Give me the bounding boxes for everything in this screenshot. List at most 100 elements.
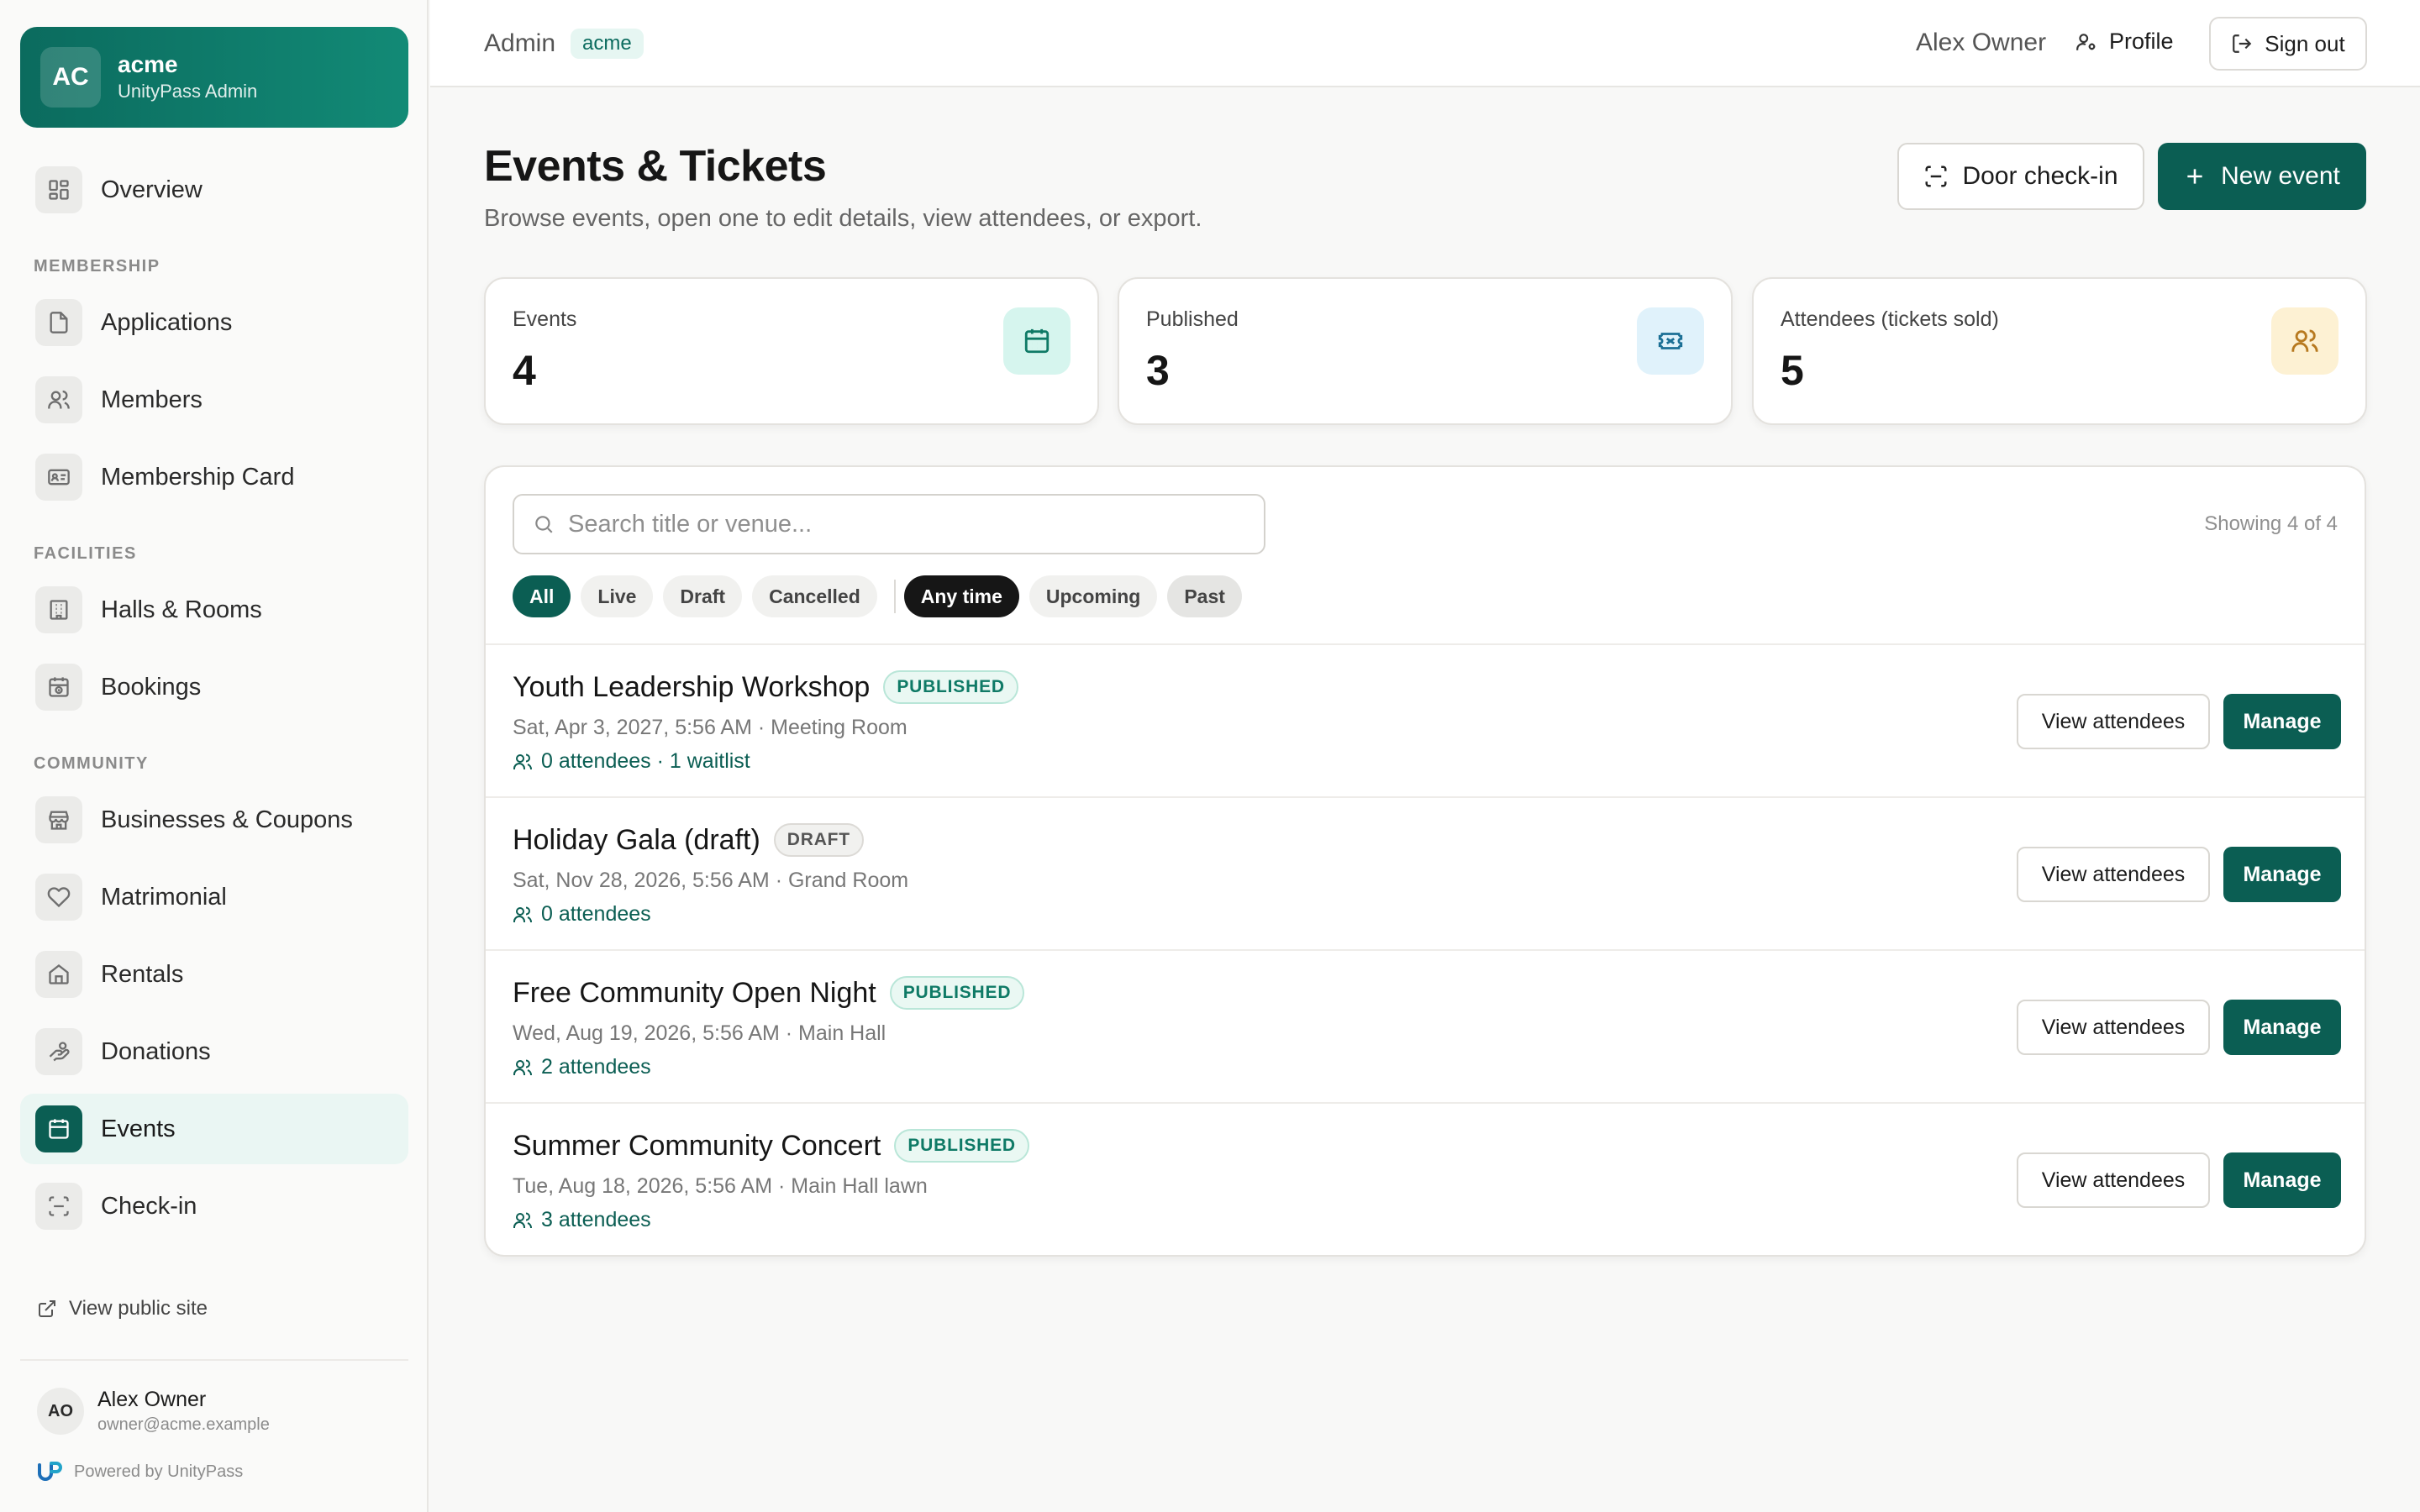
event-attendees[interactable]: 0 attendees · 1 waitlist xyxy=(513,749,750,774)
calendar-icon xyxy=(35,1105,82,1152)
nav-section-membership: MEMBERSHIP xyxy=(34,257,160,276)
event-meta: Wed, Aug 19, 2026, 5:56 AM · Main Hall xyxy=(513,1021,886,1045)
avatar: AO xyxy=(37,1388,84,1435)
sidebar-item-label: Events xyxy=(101,1115,176,1142)
filter-chip-draft[interactable]: Draft xyxy=(663,575,743,617)
breadcrumb: Admin acme xyxy=(484,29,644,59)
sidebar-item-overview[interactable]: Overview xyxy=(20,155,408,225)
filter-chips: All Live Draft Cancelled Any time Upcomi… xyxy=(513,575,1252,618)
sidebar-item-check-in[interactable]: Check-in xyxy=(20,1171,408,1242)
powered-by: Powered by UnityPass xyxy=(37,1460,243,1483)
nav-section-community: COMMUNITY xyxy=(34,754,149,773)
search-input[interactable] xyxy=(568,510,1257,538)
new-event-label: New event xyxy=(2221,162,2340,190)
org-switcher[interactable]: AC acme UnityPass Admin xyxy=(20,27,408,128)
stat-label: Published xyxy=(1146,307,1239,331)
profile-link[interactable]: Profile xyxy=(2075,29,2174,55)
event-row: Summer Community Concert PUBLISHED Tue, … xyxy=(486,1102,2365,1255)
scan-icon xyxy=(1923,164,1962,189)
calendar-icon xyxy=(1003,307,1071,375)
users-icon xyxy=(35,376,82,423)
filter-chip-past[interactable]: Past xyxy=(1167,575,1242,617)
attendees-label: 0 attendees xyxy=(541,902,651,926)
event-meta: Sat, Nov 28, 2026, 5:56 AM · Grand Room xyxy=(513,869,909,892)
sidebar-item-matrimonial[interactable]: Matrimonial xyxy=(20,862,408,932)
attendees-label: 0 attendees · 1 waitlist xyxy=(541,749,750,773)
view-attendees-button[interactable]: View attendees xyxy=(2017,694,2210,749)
sidebar-item-halls-rooms[interactable]: Halls & Rooms xyxy=(20,575,408,645)
sidebar-item-label: Members xyxy=(101,386,203,413)
status-badge: DRAFT xyxy=(773,823,864,857)
sidebar-item-events[interactable]: Events xyxy=(20,1094,408,1164)
view-attendees-button[interactable]: View attendees xyxy=(2017,847,2210,902)
heart-icon xyxy=(35,874,82,921)
event-attendees[interactable]: 3 attendees xyxy=(513,1208,651,1232)
sidebar-item-applications[interactable]: Applications xyxy=(20,287,408,358)
topbar-user-name: Alex Owner xyxy=(1916,29,2047,56)
sidebar-item-membership-card[interactable]: Membership Card xyxy=(20,442,408,512)
home-icon xyxy=(35,951,82,998)
stat-card-events: Events 4 xyxy=(484,277,1099,425)
filter-chip-upcoming[interactable]: Upcoming xyxy=(1028,575,1158,617)
filter-chip-cancelled[interactable]: Cancelled xyxy=(752,575,877,617)
door-check-in-label: Door check-in xyxy=(1962,162,2118,190)
view-public-site-link[interactable]: View public site xyxy=(37,1297,208,1320)
document-icon xyxy=(35,299,82,346)
event-title[interactable]: Holiday Gala (draft) xyxy=(513,824,760,857)
sidebar-item-rentals[interactable]: Rentals xyxy=(20,939,408,1010)
filter-chip-all[interactable]: All xyxy=(513,575,571,617)
event-attendees[interactable]: 0 attendees xyxy=(513,902,651,927)
users-icon xyxy=(513,752,541,772)
search-icon xyxy=(533,513,555,535)
event-title[interactable]: Free Community Open Night xyxy=(513,977,876,1010)
event-title[interactable]: Summer Community Concert xyxy=(513,1130,881,1163)
profile-label: Profile xyxy=(2109,29,2174,54)
sidebar-item-label: Donations xyxy=(101,1037,211,1065)
sidebar-item-label: Membership Card xyxy=(101,463,295,491)
filter-chip-live[interactable]: Live xyxy=(581,575,654,617)
event-attendees[interactable]: 2 attendees xyxy=(513,1055,651,1079)
stat-label: Attendees (tickets sold) xyxy=(1781,307,1999,331)
scan-icon xyxy=(35,1183,82,1230)
status-badge: PUBLISHED xyxy=(889,976,1025,1010)
filter-chip-any-time[interactable]: Any time xyxy=(903,575,1019,617)
manage-button[interactable]: Manage xyxy=(2223,1000,2341,1055)
sidebar-item-label: Check-in xyxy=(101,1192,197,1220)
status-badge: PUBLISHED xyxy=(894,1129,1029,1163)
event-title[interactable]: Youth Leadership Workshop xyxy=(513,671,870,704)
sidebar-item-label: Businesses & Coupons xyxy=(101,806,353,833)
sidebar-item-bookings[interactable]: Bookings xyxy=(20,652,408,722)
event-row: Youth Leadership Workshop PUBLISHED Sat,… xyxy=(486,643,2365,796)
sidebar-item-label: Rentals xyxy=(101,960,184,988)
nav-section-facilities: FACILITIES xyxy=(34,544,137,563)
user-cog-icon xyxy=(2075,31,2109,53)
sidebar-item-businesses-coupons[interactable]: Businesses & Coupons xyxy=(20,785,408,855)
search-box[interactable] xyxy=(513,494,1265,554)
manage-button[interactable]: Manage xyxy=(2223,847,2341,902)
view-attendees-button[interactable]: View attendees xyxy=(2017,1152,2210,1208)
id-card-icon xyxy=(35,454,82,501)
sidebar-user[interactable]: AO Alex Owner owner@acme.example xyxy=(37,1386,270,1436)
manage-button[interactable]: Manage xyxy=(2223,694,2341,749)
log-out-icon xyxy=(2231,33,2265,55)
sidebar-item-label: Overview xyxy=(101,176,203,203)
stat-value: 4 xyxy=(513,347,536,394)
events-panel: Showing 4 of 4 All Live Draft Cancelled … xyxy=(484,465,2366,1257)
breadcrumb-admin[interactable]: Admin xyxy=(484,29,555,58)
building-icon xyxy=(35,586,82,633)
page-subtitle: Browse events, open one to edit details,… xyxy=(484,205,1202,232)
status-badge: PUBLISHED xyxy=(883,670,1018,704)
sidebar-item-donations[interactable]: Donations xyxy=(20,1016,408,1087)
door-check-in-button[interactable]: Door check-in xyxy=(1897,143,2144,210)
unitypass-logo-icon xyxy=(38,1462,62,1481)
sidebar-item-members[interactable]: Members xyxy=(20,365,408,435)
view-attendees-button[interactable]: View attendees xyxy=(2017,1000,2210,1055)
stat-value: 3 xyxy=(1146,347,1170,394)
sign-out-button[interactable]: Sign out xyxy=(2209,17,2367,71)
manage-button[interactable]: Manage xyxy=(2223,1152,2341,1208)
org-avatar: AC xyxy=(40,47,101,108)
attendees-label: 2 attendees xyxy=(541,1055,651,1079)
new-event-button[interactable]: New event xyxy=(2158,143,2366,210)
event-row: Free Community Open Night PUBLISHED Wed,… xyxy=(486,949,2365,1102)
users-icon xyxy=(513,1058,541,1078)
